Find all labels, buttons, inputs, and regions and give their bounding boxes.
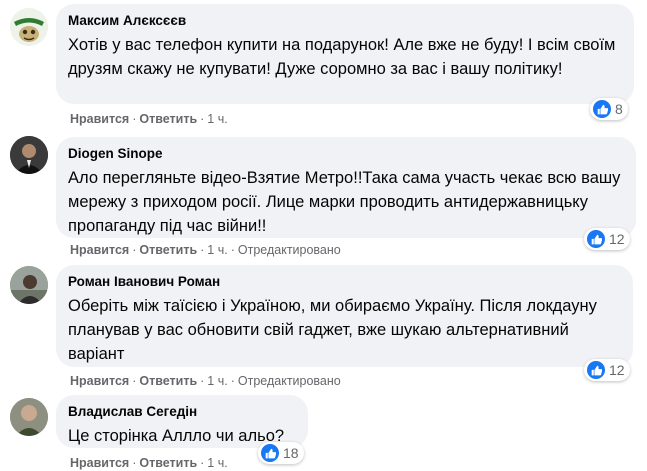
- timestamp[interactable]: 1 ч.: [207, 243, 227, 257]
- reply-link[interactable]: Ответить: [139, 374, 197, 388]
- reply-link[interactable]: Ответить: [139, 243, 197, 257]
- reaction-count-value: 18: [283, 445, 299, 461]
- avatar[interactable]: [10, 8, 48, 46]
- reaction-count-value: 8: [615, 101, 623, 117]
- man-outdoor-icon: [10, 266, 48, 304]
- man-in-suit-icon: [10, 136, 48, 174]
- reaction-count[interactable]: 8: [590, 98, 628, 120]
- separator: ·: [200, 456, 205, 470]
- reaction-count[interactable]: 12: [584, 228, 630, 250]
- edited-label: Отредактировано: [237, 374, 341, 388]
- reply-link[interactable]: Ответить: [139, 456, 197, 470]
- comment-actions: Нравится · Ответить · 1 ч.: [70, 455, 228, 471]
- comment-bubble: Роман Іванович Роман Оберіть між таїсією…: [56, 265, 633, 367]
- timestamp[interactable]: 1 ч.: [207, 374, 227, 388]
- avatar[interactable]: [10, 136, 48, 174]
- separator: ·: [132, 243, 137, 257]
- like-link[interactable]: Нравится: [70, 374, 129, 388]
- timestamp[interactable]: 1 ч.: [207, 456, 227, 470]
- separator: ·: [132, 112, 137, 126]
- comment-actions: Нравится · Ответить · 1 ч.: [70, 111, 228, 127]
- comment-text: Хотів у вас телефон купити на подарунок!…: [68, 36, 616, 78]
- edited-label: Отредактировано: [237, 243, 341, 257]
- separator: ·: [230, 243, 235, 257]
- reaction-count[interactable]: 12: [584, 359, 630, 381]
- reaction-count[interactable]: 18: [258, 442, 304, 464]
- reply-link[interactable]: Ответить: [139, 112, 197, 126]
- bald-man-icon: [10, 398, 48, 436]
- comment-author[interactable]: Роман Іванович Роман: [68, 273, 621, 291]
- separator: ·: [230, 374, 235, 388]
- like-link[interactable]: Нравится: [70, 456, 129, 470]
- comment-actions: Нравится · Ответить · 1 ч. · Отредактировано: [70, 373, 341, 389]
- separator: ·: [200, 112, 205, 126]
- comment-text: Ало перегляньте відео-Взятие Метро!!Така…: [68, 169, 621, 235]
- avatar[interactable]: [10, 398, 48, 436]
- like-icon: [587, 230, 605, 248]
- reaction-count-value: 12: [609, 362, 625, 378]
- like-icon: [593, 100, 611, 118]
- ukraine-logo-icon: [10, 8, 48, 46]
- separator: ·: [132, 374, 137, 388]
- timestamp[interactable]: 1 ч.: [207, 112, 227, 126]
- comment-bubble: Владислав Сегедін Це сторінка Аллло чи а…: [56, 395, 308, 448]
- separator: ·: [132, 456, 137, 470]
- comment-author[interactable]: Diogen Sinope: [68, 145, 624, 163]
- like-icon: [587, 361, 605, 379]
- separator: ·: [200, 374, 205, 388]
- comment-bubble: Diogen Sinope Ало перегляньте відео-Взят…: [56, 137, 636, 238]
- avatar[interactable]: [10, 266, 48, 304]
- like-link[interactable]: Нравится: [70, 243, 129, 257]
- comment-author[interactable]: Владислав Сегедін: [68, 403, 296, 421]
- comment-actions: Нравится · Ответить · 1 ч. · Отредактировано: [70, 242, 341, 258]
- like-link[interactable]: Нравится: [70, 112, 129, 126]
- like-icon: [261, 444, 279, 462]
- comment-bubble: Максим Алєксєєв Хотів у вас телефон купи…: [56, 4, 634, 104]
- comment-author[interactable]: Максим Алєксєєв: [68, 12, 622, 30]
- comment-text: Оберіть між таїсією і Україною, ми обира…: [68, 297, 597, 363]
- separator: ·: [200, 243, 205, 257]
- reaction-count-value: 12: [609, 231, 625, 247]
